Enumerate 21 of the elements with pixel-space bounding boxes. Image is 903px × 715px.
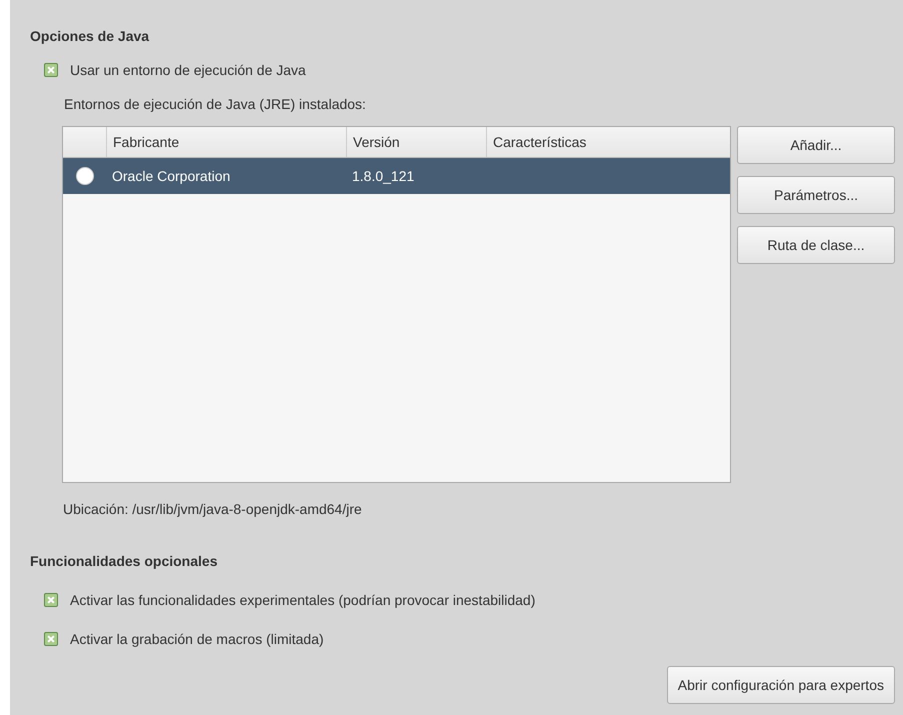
table-row[interactable]: Oracle Corporation 1.8.0_121 — [63, 158, 730, 194]
section-title: Opciones de Java — [30, 28, 150, 46]
checkbox-label: Activar la grabación de macros (limitada) — [70, 631, 324, 647]
action-button[interactable]: Parámetros... — [737, 176, 895, 214]
checkbox[interactable] — [44, 632, 58, 646]
action-button[interactable]: Añadir... — [737, 126, 895, 164]
table-cell: 1.8.0_121 — [352, 168, 414, 184]
list-label: Entornos de ejecución de Java (JRE) instalados: — [64, 96, 367, 112]
checkbox[interactable] — [44, 63, 58, 77]
section-title: Funcionalidades opcionales — [30, 553, 218, 571]
checkbox-label: Usar un entorno de ejecución de Java — [70, 62, 306, 78]
checkbox[interactable] — [44, 593, 58, 607]
column-header[interactable]: Versión — [346, 127, 486, 157]
action-button[interactable]: Ruta de clase... — [737, 226, 895, 264]
column-header[interactable]: Fabricante — [106, 127, 346, 157]
expert-config-button[interactable]: Abrir configuración para expertos — [666, 666, 895, 704]
checkbox-label: Activar las funcionalidades experimentales (podrían provocar inestabilidad) — [70, 592, 536, 608]
column-header[interactable]: Características — [486, 127, 730, 157]
location-text: Ubicación: /usr/lib/jvm/java-8-openjdk-amd64/jre — [63, 501, 363, 517]
radio-button[interactable] — [76, 167, 94, 185]
table-cell: Oracle Corporation — [112, 168, 230, 184]
